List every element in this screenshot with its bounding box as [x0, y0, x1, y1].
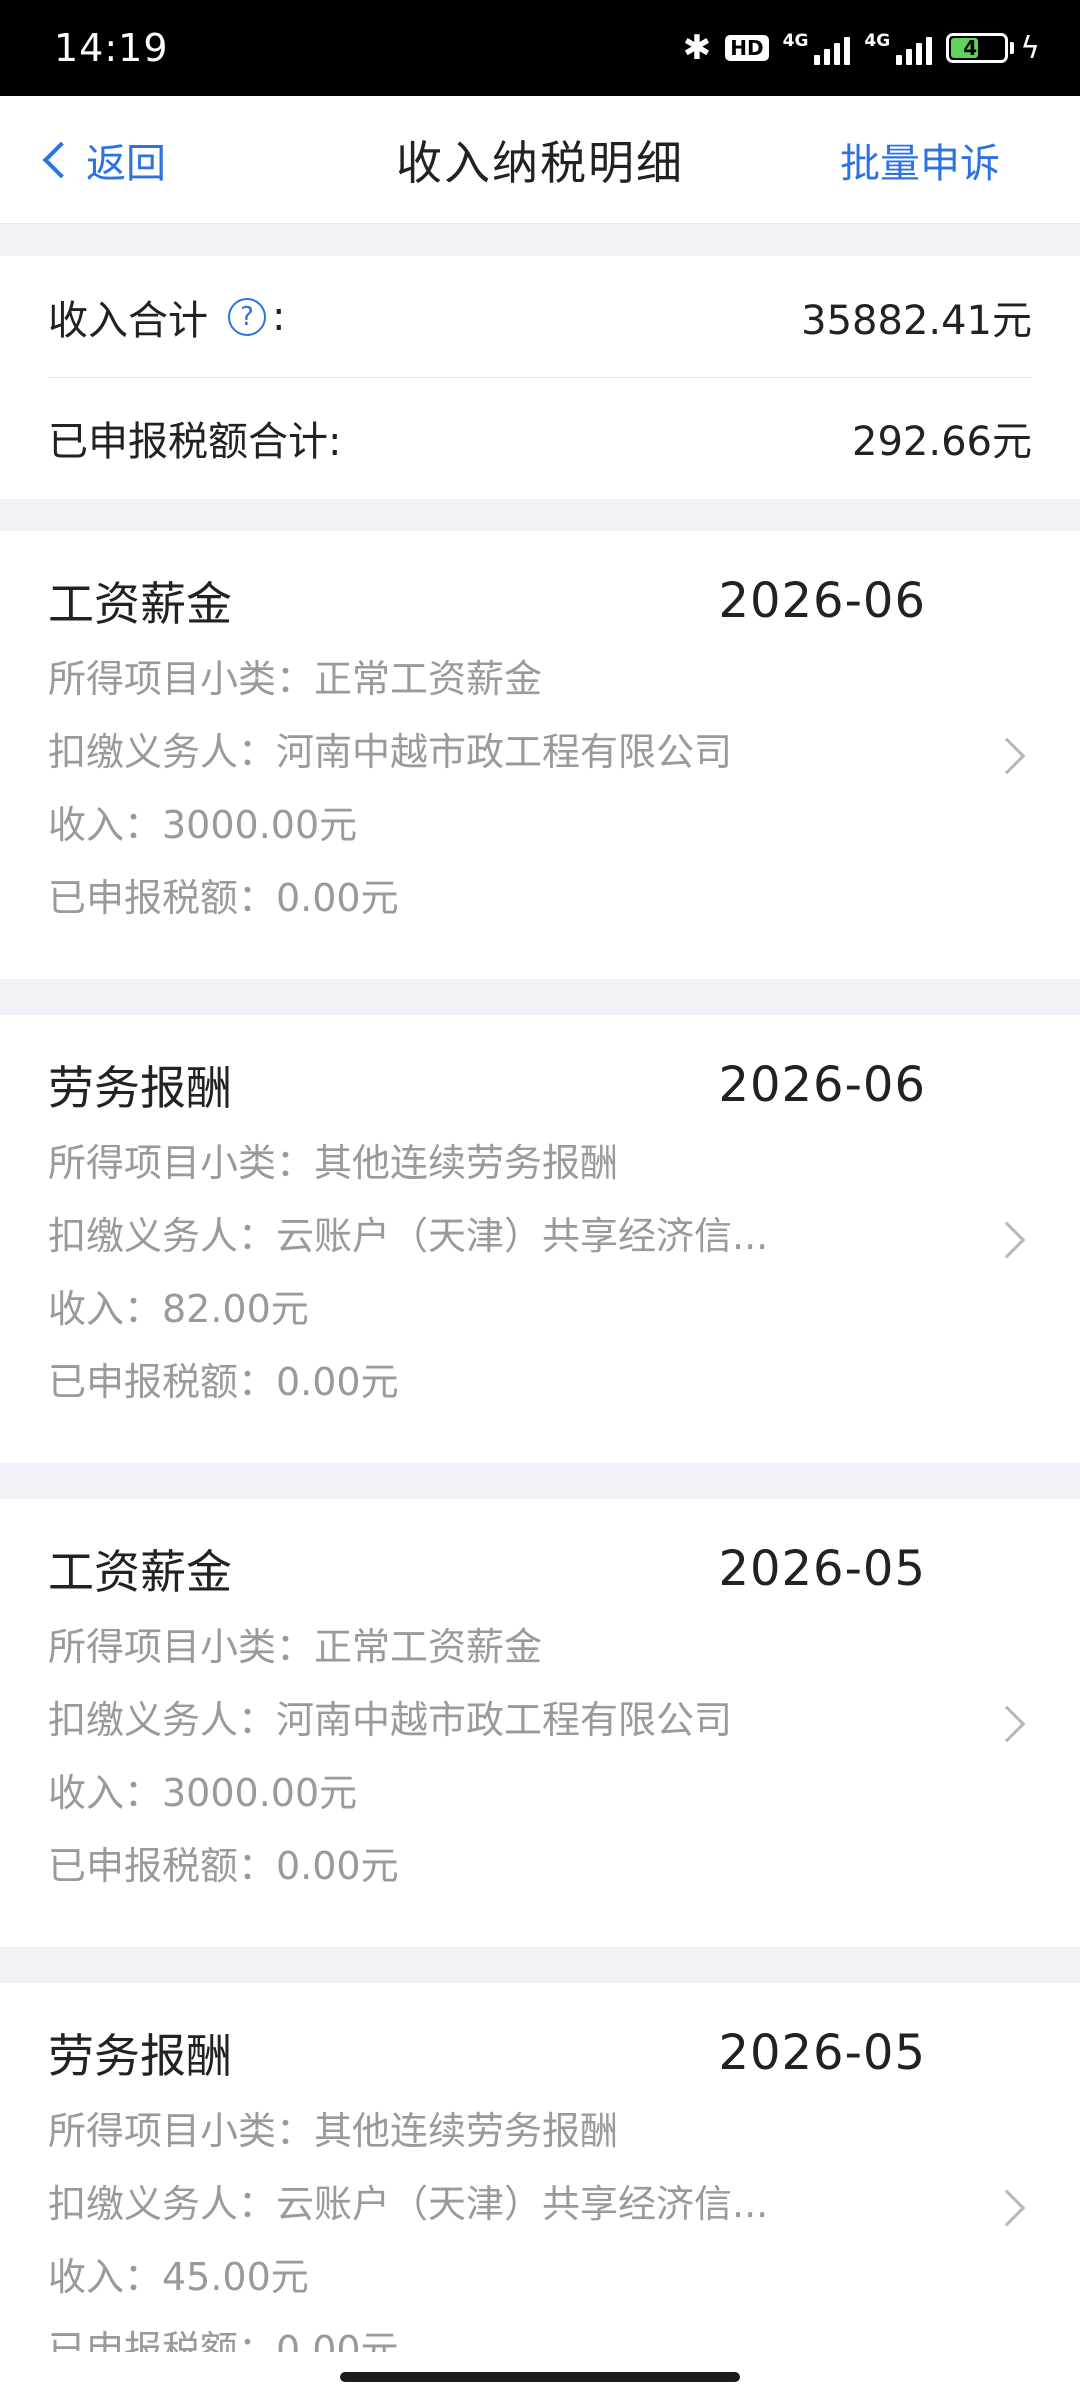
chevron-right-icon — [988, 1221, 1026, 1259]
record-card[interactable]: 劳务报酬 2026-06 所得项目小类：其他连续劳务报酬 扣缴义务人：云账户（天… — [0, 1015, 1080, 1463]
income-total-colon: : — [272, 293, 286, 340]
record-withholder: 扣缴义务人：河南中越市政工程有限公司 — [48, 730, 733, 774]
chevron-right-icon — [988, 2189, 1026, 2227]
record-type: 工资薪金 — [48, 1545, 232, 1599]
bluetooth-icon: ✱ — [682, 28, 712, 68]
signal-icon-2: 4G — [864, 31, 933, 65]
home-indicator[interactable] — [340, 2372, 740, 2382]
record-period: 2026-06 — [718, 1057, 926, 1113]
summary-panel: 收入合计 ? : 35882.41元 已申报税额合计: 292.66元 — [0, 256, 1080, 499]
tax-total-row: 已申报税额合计: 292.66元 — [48, 377, 1032, 498]
charging-icon: ϟ — [1020, 30, 1040, 66]
tax-total-value: 292.66元 — [852, 419, 1032, 465]
batch-appeal-button[interactable]: 批量申诉 — [840, 96, 1000, 224]
record-type: 劳务报酬 — [48, 1061, 232, 1115]
record-tax: 已申报税额：0.00元 — [48, 1844, 399, 1888]
record-header: 劳务报酬 2026-05 — [48, 2015, 1032, 2091]
tax-total-label: 已申报税额合计: — [48, 419, 342, 465]
record-subcategory: 所得项目小类：正常工资薪金 — [48, 1625, 543, 1669]
status-icons: ✱ HD 4G 4G 48 ϟ — [683, 31, 1040, 66]
record-subcategory: 所得项目小类：其他连续劳务报酬 — [48, 2109, 619, 2153]
status-time: 14:19 — [54, 26, 169, 70]
chevron-right-icon — [988, 737, 1026, 775]
network-type-label-2: 4G — [864, 31, 891, 51]
hd-badge: HD — [725, 35, 769, 61]
record-period: 2026-06 — [718, 573, 926, 629]
record-withholder: 扣缴义务人：河南中越市政工程有限公司 — [48, 1698, 733, 1742]
signal-icon: 4G — [783, 31, 851, 65]
record-income: 收入：45.00元 — [48, 2255, 309, 2299]
battery-icon: 48 ϟ — [946, 31, 1040, 66]
record-income: 收入：3000.00元 — [48, 803, 358, 847]
record-tax: 已申报税额：0.00元 — [48, 2328, 399, 2352]
record-card[interactable]: 工资薪金 2026-06 所得项目小类：正常工资薪金 扣缴义务人：河南中越市政工… — [0, 531, 1080, 979]
record-header: 工资薪金 2026-06 — [48, 563, 1032, 639]
battery-level: 48 — [963, 36, 992, 60]
nav-bar: 返回 收入纳税明细 批量申诉 — [0, 96, 1080, 224]
record-header: 劳务报酬 2026-06 — [48, 1047, 1032, 1123]
income-total-row: 收入合计 ? : 35882.41元 — [48, 256, 1032, 377]
record-type: 劳务报酬 — [48, 2029, 232, 2083]
record-subcategory: 所得项目小类：正常工资薪金 — [48, 657, 543, 701]
chevron-right-icon — [988, 1705, 1026, 1743]
record-withholder: 扣缴义务人：云账户（天津）共享经济信... — [48, 1214, 769, 1258]
record-period: 2026-05 — [718, 1541, 926, 1597]
chevron-left-icon — [42, 141, 80, 179]
page-title: 收入纳税明细 — [396, 135, 684, 190]
income-total-label: 收入合计 — [48, 297, 208, 344]
record-tax: 已申报税额：0.00元 — [48, 876, 399, 920]
record-type: 工资薪金 — [48, 577, 232, 631]
income-total-label-wrap: 收入合计 ? : — [48, 288, 285, 346]
income-total-value: 35882.41元 — [801, 297, 1032, 344]
question-circle-icon[interactable]: ? — [228, 297, 266, 336]
record-card[interactable]: 劳务报酬 2026-05 所得项目小类：其他连续劳务报酬 扣缴义务人：云账户（天… — [0, 1983, 1080, 2352]
record-income: 收入：82.00元 — [48, 1287, 309, 1331]
record-header: 工资薪金 2026-05 — [48, 1531, 1032, 1607]
network-type-label: 4G — [782, 31, 809, 51]
record-subcategory: 所得项目小类：其他连续劳务报酬 — [48, 1141, 619, 1185]
back-label: 返回 — [86, 141, 166, 187]
back-button[interactable]: 返回 — [40, 96, 166, 224]
record-period: 2026-05 — [718, 2025, 926, 2081]
record-tax: 已申报税额：0.00元 — [48, 1360, 399, 1404]
status-bar: 14:19 ✱ HD 4G 4G 48 ϟ — [0, 0, 1080, 96]
record-card[interactable]: 工资薪金 2026-05 所得项目小类：正常工资薪金 扣缴义务人：河南中越市政工… — [0, 1499, 1080, 1947]
record-withholder: 扣缴义务人：云账户（天津）共享经济信... — [48, 2182, 769, 2226]
record-income: 收入：3000.00元 — [48, 1771, 358, 1815]
